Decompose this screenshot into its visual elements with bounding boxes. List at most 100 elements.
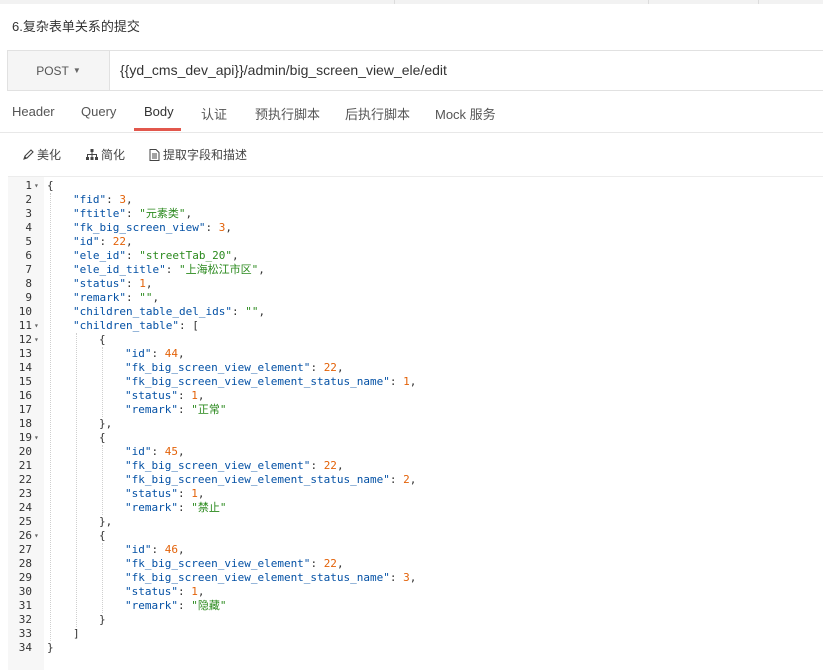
line-number: 19 [18,431,32,444]
line-number: 31 [18,599,32,612]
request-tabs: Header Query Body 认证 预执行脚本 后执行脚本 Mock 服务 [0,92,823,133]
code-text: "children_table": [ [73,319,199,332]
code-line: 34} [8,641,823,655]
line-number: 10 [18,305,32,318]
code-line: 5 "id": 22, [8,235,823,249]
code-text: { [99,333,106,346]
code-text: { [47,179,54,192]
url-input[interactable]: {{yd_cms_dev_api}}/admin/big_screen_view… [120,62,447,78]
code-line: 6 "ele_id": "streetTab_20", [8,249,823,263]
top-strip [0,0,823,4]
line-number: 12 [18,333,32,346]
line-number: 22 [18,473,32,486]
code-line: 14 "fk_big_screen_view_element": 22, [8,361,823,375]
indent-guide [76,333,77,627]
code-text: "fid": 3, [73,193,133,206]
code-text: { [99,431,106,444]
fold-toggle-icon[interactable]: ▾ [34,333,42,347]
code-line: 9 "remark": "", [8,291,823,305]
line-number: 6 [25,249,32,262]
line-number: 16 [18,389,32,402]
line-number: 21 [18,459,32,472]
code-line: 8 "status": 1, [8,277,823,291]
strip-divider [394,0,395,4]
caret-down-icon: ▼ [72,66,81,75]
document-icon [149,148,160,161]
tab-post-script[interactable]: 后执行脚本 [345,104,410,123]
code-text: "children_table_del_ids": "", [73,305,266,318]
line-number: 27 [18,543,32,556]
code-line: 33] [8,627,823,641]
code-text: "remark": "隐藏" [125,599,227,612]
method-select[interactable]: POST ▼ [8,51,110,90]
code-line: 16 "status": 1, [8,389,823,403]
code-line: 32} [8,613,823,627]
beautify-button[interactable]: 美化 [23,146,61,163]
line-number: 24 [18,501,32,514]
code-line: 27 "id": 46, [8,543,823,557]
code-line: 15 "fk_big_screen_view_element_status_nam… [8,375,823,389]
code-line: 7 "ele_id_title": "上海松江市区", [8,263,823,277]
code-line: 18}, [8,417,823,431]
code-text: "ftitle": "元素类", [73,207,193,220]
code-text: "ele_id": "streetTab_20", [73,249,239,262]
fold-toggle-icon[interactable]: ▾ [34,431,42,445]
code-line: 29 "fk_big_screen_view_element_status_nam… [8,571,823,585]
line-number: 30 [18,585,32,598]
code-line: 2 "fid": 3, [8,193,823,207]
simplify-label: 简化 [101,148,126,162]
line-number: 34 [18,641,32,654]
indent-guide [50,193,51,641]
line-number: 9 [25,291,32,304]
line-number: 18 [18,417,32,430]
code-line: 17 "remark": "正常" [8,403,823,417]
extract-fields-button[interactable]: 提取字段和描述 [149,146,247,163]
line-number: 33 [18,627,32,640]
tab-pre-script[interactable]: 预执行脚本 [255,104,320,123]
code-line: 26 ▾ { [8,529,823,543]
code-line: 12 ▾ { [8,333,823,347]
code-text: ] [73,627,80,640]
indent-guide [102,445,103,515]
code-text: "id": 44, [125,347,185,360]
code-line: 23 "status": 1, [8,487,823,501]
line-number: 29 [18,571,32,584]
extract-fields-label: 提取字段和描述 [163,148,248,162]
beautify-label: 美化 [37,148,62,162]
code-line: 31 "remark": "隐藏" [8,599,823,613]
simplify-button[interactable]: 简化 [86,146,125,163]
code-text: "ele_id_title": "上海松江市区", [73,263,265,276]
tab-header[interactable]: Header [12,104,55,119]
code-line: 4 "fk_big_screen_view": 3, [8,221,823,235]
code-text: "remark": "禁止" [125,501,227,514]
tab-body[interactable]: Body [144,104,174,119]
code-text: } [99,613,106,626]
pencil-icon [23,149,34,160]
code-line: 30 "status": 1, [8,585,823,599]
line-number: 26 [18,529,32,542]
code-text: { [99,529,106,542]
code-line: 13 "id": 44, [8,347,823,361]
code-line: 1 ▾ { [8,179,823,193]
body-toolbar: 美化 简化 提取字段和描述 [0,133,823,175]
code-text: "status": 1, [125,487,205,500]
code-text: } [47,641,54,654]
line-number: 11 [18,319,32,332]
strip-divider [758,0,759,4]
line-number: 1 [25,179,32,192]
tab-auth[interactable]: 认证 [201,104,227,123]
fold-toggle-icon[interactable]: ▾ [34,529,42,543]
line-number: 5 [25,235,32,248]
request-bar: POST ▼ {{yd_cms_dev_api}}/admin/big_scre… [7,50,823,91]
code-line: 21 "fk_big_screen_view_element": 22, [8,459,823,473]
code-line: 24 "remark": "禁止" [8,501,823,515]
fold-toggle-icon[interactable]: ▾ [34,319,42,333]
code-line: 28 "fk_big_screen_view_element": 22, [8,557,823,571]
tab-mock[interactable]: Mock 服务 [435,104,496,123]
tab-query[interactable]: Query [81,104,116,119]
method-label: POST [36,63,69,78]
fold-toggle-icon[interactable]: ▾ [34,179,42,193]
code-line: 11 ▾ "children_table": [ [8,319,823,333]
json-editor[interactable]: 1 ▾{2 "fid": 3, 3 "ftitle": "元素类", 4 "fk_big_s… [8,176,823,670]
line-number: 14 [18,361,32,374]
